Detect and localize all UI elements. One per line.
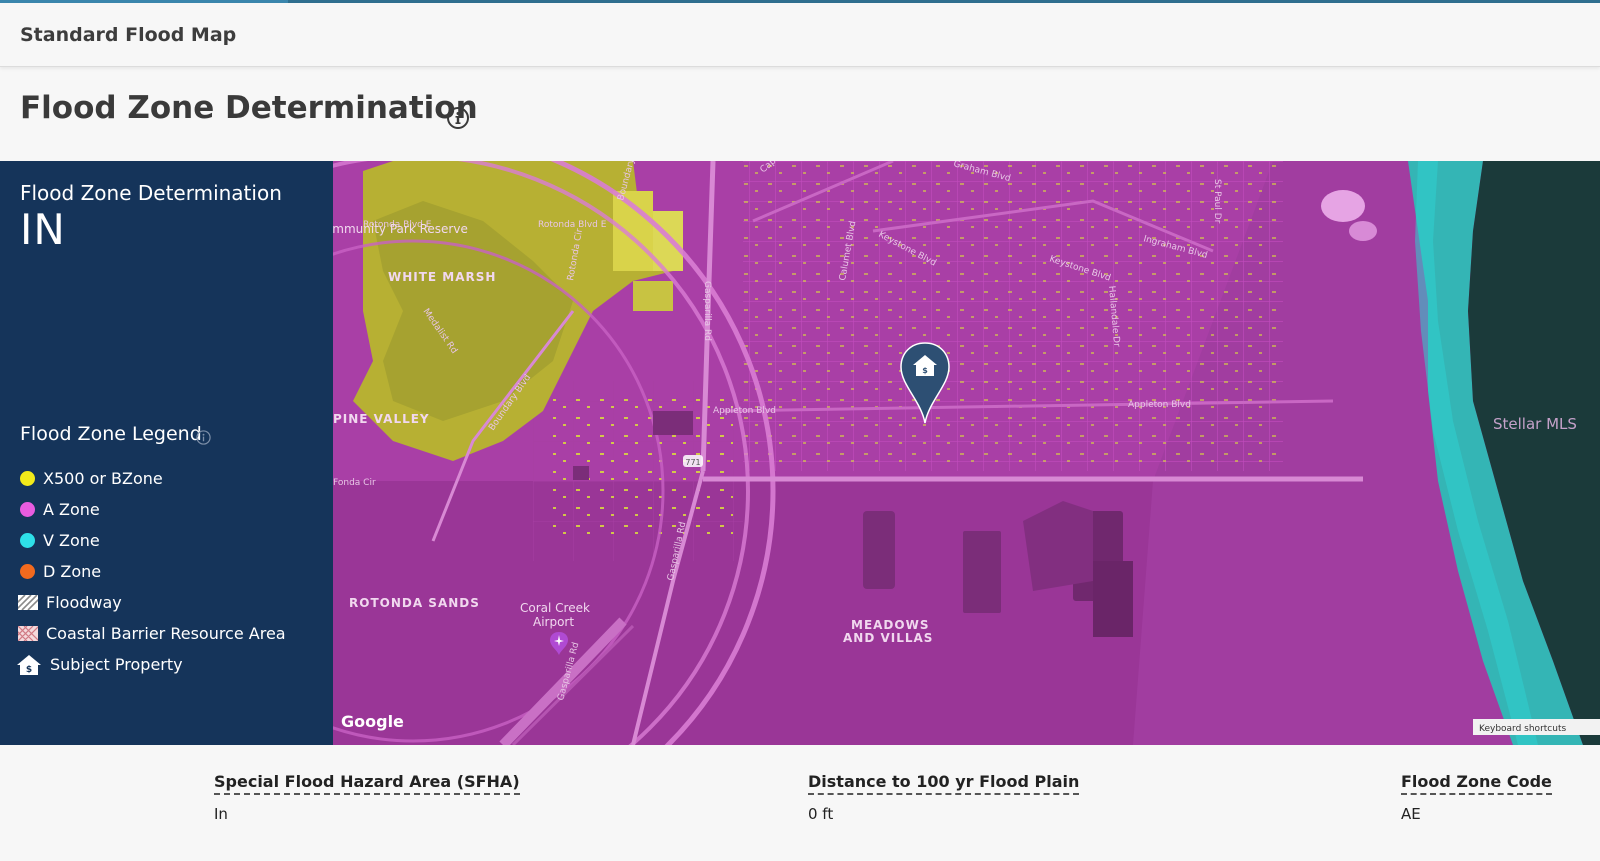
yellow-dot-icon bbox=[20, 471, 35, 486]
stat-value: 0 ft bbox=[808, 805, 834, 823]
info-icon[interactable] bbox=[446, 106, 470, 130]
page-title: Flood Zone Determination bbox=[20, 90, 478, 126]
legend-item-x500: X500 or BZone bbox=[18, 463, 286, 494]
road-label-gasparilla-north: Gasparilla Rd bbox=[702, 281, 712, 341]
determination-value: IN bbox=[20, 205, 66, 254]
legend-item-cbra: Coastal Barrier Resource Area bbox=[18, 618, 286, 649]
road-label-rotonda-blvd-e-2: Rotonda Blvd E bbox=[538, 220, 607, 230]
svg-text:771: 771 bbox=[685, 458, 700, 467]
cyan-dot-icon bbox=[20, 533, 35, 548]
road-label-st-paul: St Paul Dr bbox=[1212, 179, 1222, 224]
legend-item-v-zone: V Zone bbox=[18, 525, 286, 556]
google-logo: Google bbox=[341, 712, 404, 731]
legend-label: Coastal Barrier Resource Area bbox=[46, 624, 286, 643]
map-label-and-villas: AND VILLAS bbox=[843, 631, 933, 645]
determination-panel: Flood Zone Determination IN Flood Zone L… bbox=[0, 161, 333, 745]
legend-item-d-zone: D Zone bbox=[18, 556, 286, 587]
orange-dot-icon bbox=[20, 564, 35, 579]
keyboard-shortcuts-link[interactable]: Keyboard shortcuts bbox=[1479, 724, 1566, 734]
stat-value: AE bbox=[1401, 805, 1421, 823]
legend-label: D Zone bbox=[43, 562, 102, 581]
svg-text:$: $ bbox=[26, 665, 32, 675]
magenta-dot-icon bbox=[20, 502, 35, 517]
stat-value: In bbox=[214, 805, 228, 823]
section-header: Standard Flood Map bbox=[0, 3, 1600, 67]
stat-label[interactable]: Special Flood Hazard Area (SFHA) bbox=[214, 772, 520, 795]
legend-item-subject: $ Subject Property bbox=[17, 649, 286, 680]
determination-label: Flood Zone Determination bbox=[20, 181, 282, 205]
house-icon: $ bbox=[17, 654, 41, 675]
legend-item-floodway: Floodway bbox=[18, 587, 286, 618]
flood-map[interactable]: $ 771 WHITE MARSH PINE VALLEY ROTONDA SA… bbox=[333, 161, 1600, 745]
legend-label: V Zone bbox=[43, 531, 100, 550]
map-label-pine-valley: PINE VALLEY bbox=[333, 412, 430, 426]
stat-zone-code: Flood Zone Code AE bbox=[1401, 772, 1552, 823]
road-label-appleton-east: Appleton Blvd bbox=[1128, 400, 1191, 410]
map-label-coral-creek: Coral Creek bbox=[520, 601, 590, 615]
stat-distance: Distance to 100 yr Flood Plain 0 ft bbox=[808, 772, 1080, 823]
legend-label: A Zone bbox=[43, 500, 100, 519]
stat-label[interactable]: Distance to 100 yr Flood Plain bbox=[808, 772, 1080, 795]
legend-label: Floodway bbox=[46, 593, 122, 612]
legend-list: X500 or BZone A Zone V Zone D Zone Flood… bbox=[17, 463, 286, 680]
route-shield: 771 bbox=[683, 455, 703, 467]
road-label-appleton-west: Appleton Blvd bbox=[713, 406, 776, 416]
hatch-swatch-icon bbox=[18, 595, 38, 610]
stats-bar: Special Flood Hazard Area (SFHA) In Dist… bbox=[0, 745, 1600, 861]
legend-info-icon[interactable] bbox=[196, 430, 211, 445]
map-label-rotonda-sands: ROTONDA SANDS bbox=[349, 596, 480, 610]
legend-label: Subject Property bbox=[50, 655, 183, 674]
legend-title: Flood Zone Legend bbox=[20, 423, 202, 445]
map-label-white-marsh: WHITE MARSH bbox=[388, 270, 496, 284]
stat-label[interactable]: Flood Zone Code bbox=[1401, 772, 1552, 795]
cross-hatch-swatch-icon bbox=[18, 626, 38, 641]
road-label-fonda-cir: Fonda Cir bbox=[333, 478, 376, 488]
map-label-meadows: MEADOWS bbox=[851, 618, 929, 632]
map-label-rotonda-community: Rotonda Community Park Reserve bbox=[333, 222, 468, 236]
svg-text:$: $ bbox=[922, 366, 928, 375]
stat-sfha: Special Flood Hazard Area (SFHA) In bbox=[214, 772, 520, 823]
flood-map-canvas[interactable]: $ 771 WHITE MARSH PINE VALLEY ROTONDA SA… bbox=[333, 161, 1600, 745]
stellar-mls-watermark: Stellar MLS bbox=[1493, 415, 1577, 433]
map-label-airport: Airport bbox=[533, 615, 574, 629]
section-title: Standard Flood Map bbox=[20, 24, 237, 46]
legend-item-a-zone: A Zone bbox=[18, 494, 286, 525]
legend-label: X500 or BZone bbox=[43, 469, 163, 488]
